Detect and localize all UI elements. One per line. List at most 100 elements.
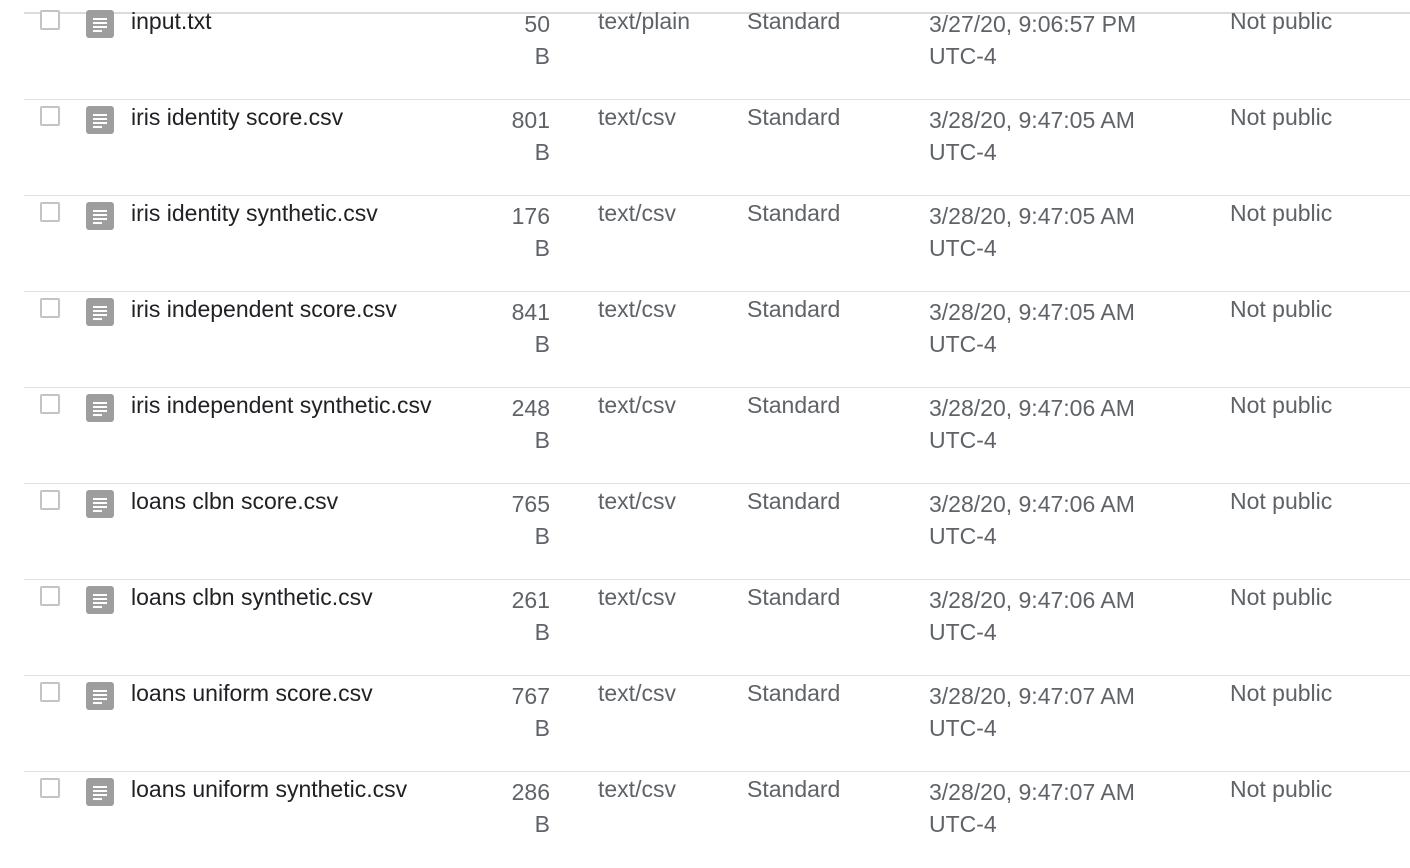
table-row[interactable]: loans clbn synthetic.csv 261 B text/csv … [24,580,1410,676]
file-type: text/plain [598,8,691,34]
created-time: 3/28/20, 9:47:06 AM UTC-4 [929,392,1169,456]
file-text-icon [86,394,114,422]
created-date: 3/27/20, 9:06:57 PM [929,11,1137,37]
storage-class: Standard [747,680,841,706]
table-row[interactable]: iris independent score.csv 841 B text/cs… [24,292,1410,388]
file-name-link[interactable]: iris identity score.csv [131,104,343,131]
storage-class: Standard [747,296,841,322]
public-access: Not public [1230,200,1333,226]
storage-class: Standard [747,584,841,610]
file-text-icon [86,778,114,806]
created-date: 3/28/20, 9:47:06 AM [929,587,1135,613]
created-timezone: UTC-4 [929,619,997,645]
file-text-icon [86,10,114,38]
created-date: 3/28/20, 9:47:05 AM [929,107,1135,133]
file-size: 248 B [511,395,550,453]
created-date: 3/28/20, 9:47:06 AM [929,491,1135,517]
row-checkbox[interactable] [40,490,60,510]
created-timezone: UTC-4 [929,715,997,741]
file-type: text/csv [598,392,676,418]
created-timezone: UTC-4 [929,43,997,69]
storage-class: Standard [747,200,841,226]
file-type: text/csv [598,680,676,706]
table-row[interactable]: iris identity score.csv 801 B text/csv S… [24,100,1410,196]
created-date: 3/28/20, 9:47:07 AM [929,779,1135,805]
created-time: 3/28/20, 9:47:06 AM UTC-4 [929,584,1169,648]
file-name-link[interactable]: loans clbn score.csv [131,488,338,515]
public-access: Not public [1230,8,1333,34]
created-time: 3/28/20, 9:47:05 AM UTC-4 [929,296,1169,360]
created-timezone: UTC-4 [929,139,997,165]
created-date: 3/28/20, 9:47:05 AM [929,203,1135,229]
storage-class: Standard [747,776,841,802]
created-timezone: UTC-4 [929,811,997,837]
storage-class: Standard [747,392,841,418]
file-text-icon [86,586,114,614]
storage-class: Standard [747,488,841,514]
file-size: 767 B [511,683,550,741]
file-size: 286 B [511,779,550,837]
file-size: 765 B [511,491,550,549]
row-checkbox[interactable] [40,682,60,702]
created-timezone: UTC-4 [929,235,997,261]
file-size: 801 B [511,107,550,165]
file-size: 176 B [511,203,550,261]
row-checkbox[interactable] [40,394,60,414]
file-type: text/csv [598,104,676,130]
file-name-link[interactable]: iris independent synthetic.csv [131,392,431,419]
file-type: text/csv [598,488,676,514]
public-access: Not public [1230,584,1333,610]
public-access: Not public [1230,488,1333,514]
created-timezone: UTC-4 [929,427,997,453]
table-row[interactable]: iris independent synthetic.csv 248 B tex… [24,388,1410,484]
table-row[interactable]: loans clbn score.csv 765 B text/csv Stan… [24,484,1410,580]
created-date: 3/28/20, 9:47:07 AM [929,683,1135,709]
file-name-link[interactable]: iris identity synthetic.csv [131,200,378,227]
created-date: 3/28/20, 9:47:05 AM [929,299,1135,325]
file-size: 261 B [511,587,550,645]
created-time: 3/27/20, 9:06:57 PM UTC-4 [929,8,1169,72]
public-access: Not public [1230,104,1333,130]
table-row[interactable]: loans uniform synthetic.csv 286 B text/c… [24,772,1410,868]
file-type: text/csv [598,200,676,226]
row-checkbox[interactable] [40,202,60,222]
row-checkbox[interactable] [40,298,60,318]
row-checkbox[interactable] [40,586,60,606]
file-name-link[interactable]: loans uniform score.csv [131,680,373,707]
file-size: 50 B [524,11,550,69]
table-row[interactable]: loans uniform score.csv 767 B text/csv S… [24,676,1410,772]
created-time: 3/28/20, 9:47:06 AM UTC-4 [929,488,1169,552]
created-time: 3/28/20, 9:47:05 AM UTC-4 [929,104,1169,168]
storage-class: Standard [747,104,841,130]
file-type: text/csv [598,776,676,802]
public-access: Not public [1230,680,1333,706]
storage-class: Standard [747,8,841,34]
row-checkbox[interactable] [40,106,60,126]
row-checkbox[interactable] [40,10,60,30]
file-text-icon [86,298,114,326]
created-timezone: UTC-4 [929,523,997,549]
row-checkbox[interactable] [40,778,60,798]
public-access: Not public [1230,296,1333,322]
file-size: 841 B [511,299,550,357]
public-access: Not public [1230,392,1333,418]
file-text-icon [86,106,114,134]
file-text-icon [86,490,114,518]
file-text-icon [86,682,114,710]
file-type: text/csv [598,296,676,322]
table-row[interactable]: iris identity synthetic.csv 176 B text/c… [24,196,1410,292]
created-time: 3/28/20, 9:47:07 AM UTC-4 [929,680,1169,744]
created-time: 3/28/20, 9:47:07 AM UTC-4 [929,776,1169,840]
file-list-table: input.txt 50 B text/plain Standard 3/27/… [0,0,1410,844]
file-name-link[interactable]: loans uniform synthetic.csv [131,776,407,803]
file-name-link[interactable]: input.txt [131,8,212,35]
created-timezone: UTC-4 [929,331,997,357]
file-name-link[interactable]: loans clbn synthetic.csv [131,584,373,611]
table-row[interactable]: input.txt 50 B text/plain Standard 3/27/… [24,4,1410,100]
file-type: text/csv [598,584,676,610]
created-date: 3/28/20, 9:47:06 AM [929,395,1135,421]
file-text-icon [86,202,114,230]
file-name-link[interactable]: iris independent score.csv [131,296,397,323]
public-access: Not public [1230,776,1333,802]
created-time: 3/28/20, 9:47:05 AM UTC-4 [929,200,1169,264]
